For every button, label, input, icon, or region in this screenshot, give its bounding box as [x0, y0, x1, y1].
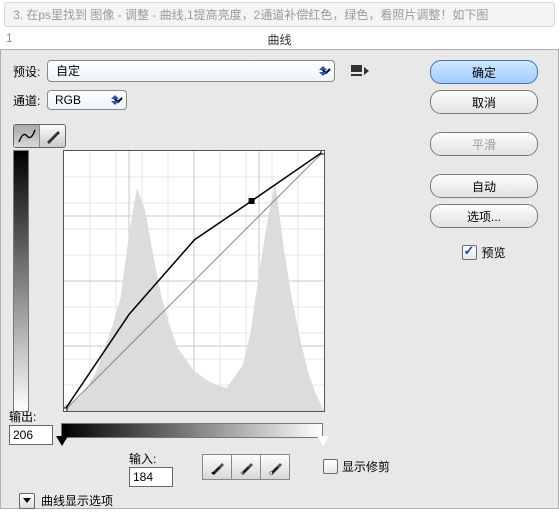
options-button[interactable]: 选项...	[430, 204, 538, 228]
white-point-slider[interactable]	[317, 436, 329, 446]
output-group: 输出:	[9, 408, 53, 445]
curve-toolbox	[13, 124, 66, 148]
gray-eyedropper-icon[interactable]	[231, 454, 261, 480]
input-gradient	[61, 423, 323, 438]
show-clip-label: 显示修剪	[342, 458, 390, 475]
dialog-titlebar: 1 曲线	[0, 31, 559, 49]
dialog-buttons: 确定 取消 平滑 自动 选项... 预览	[424, 60, 544, 261]
input-group: 输入:	[129, 450, 173, 487]
preview-checkbox[interactable]	[462, 245, 477, 260]
preview-label: 预览	[481, 244, 505, 261]
output-gradient	[13, 150, 29, 412]
preset-select[interactable]: 自定	[47, 60, 335, 82]
preset-label: 预设:	[13, 63, 47, 80]
output-field[interactable]	[9, 425, 53, 445]
curve-pencil-tool[interactable]	[40, 125, 65, 147]
curve-grid[interactable]	[63, 150, 325, 412]
cancel-button[interactable]: 取消	[430, 90, 538, 114]
white-eyedropper-icon[interactable]	[260, 454, 290, 480]
disclosure-label: 曲线显示选项	[41, 492, 113, 509]
auto-button[interactable]: 自动	[430, 174, 538, 198]
curve-point-tool[interactable]	[14, 125, 40, 147]
channel-label: 通道:	[13, 92, 47, 109]
smooth-button[interactable]: 平滑	[430, 132, 538, 156]
instruction-bar: 3. 在ps里找到 图像 - 调整 - 曲线,1提高亮度，2通道补偿红色，绿色，…	[4, 2, 555, 27]
input-label: 输入:	[129, 450, 173, 467]
eyedropper-group	[203, 454, 290, 480]
show-clip-checkbox[interactable]	[323, 459, 338, 474]
ok-button[interactable]: 确定	[430, 60, 538, 84]
channel-select[interactable]: RGB	[47, 90, 127, 110]
curve-area	[13, 150, 325, 412]
input-field[interactable]	[129, 467, 173, 487]
dialog-title: 曲线	[0, 31, 559, 48]
curves-dialog: 预设: 自定 通道: RGB 确定 取消 平滑 自动 选项... 预览	[0, 49, 559, 509]
black-eyedropper-icon[interactable]	[202, 454, 232, 480]
disclosure-arrow-icon[interactable]	[19, 493, 35, 509]
output-label: 输出:	[9, 408, 53, 425]
disclosure-row[interactable]: 曲线显示选项	[19, 492, 113, 509]
show-clip-group: 显示修剪	[323, 458, 390, 475]
black-point-slider[interactable]	[56, 436, 68, 446]
preset-menu-icon[interactable]	[351, 64, 369, 78]
